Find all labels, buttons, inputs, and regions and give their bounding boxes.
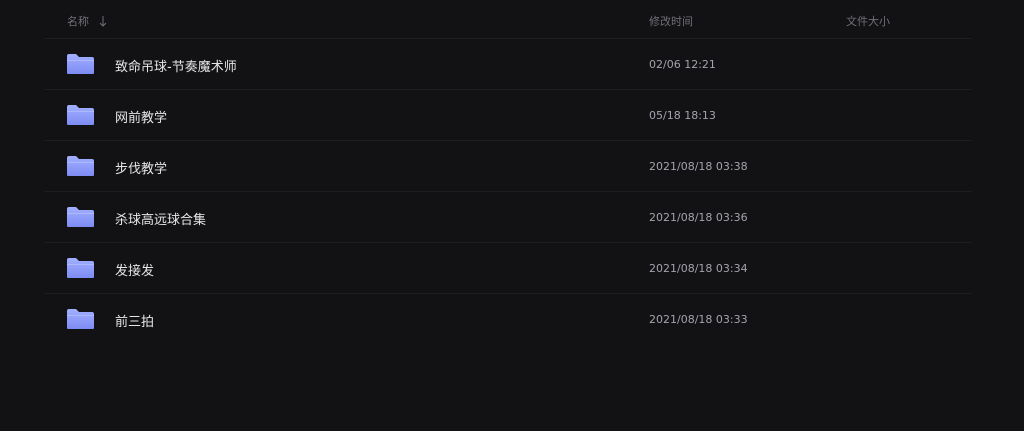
column-header-file-size[interactable]: 文件大小: [846, 13, 890, 29]
file-modified-time: 2021/08/18 03:33: [649, 313, 748, 326]
file-row[interactable]: 前三拍 2021/08/18 03:33: [44, 294, 972, 344]
folder-icon: [66, 257, 95, 279]
file-name[interactable]: 发接发: [115, 260, 154, 279]
folder-icon: [66, 308, 95, 330]
file-modified-time: 2021/08/18 03:36: [649, 211, 748, 224]
file-row[interactable]: 杀球高远球合集 2021/08/18 03:36: [44, 192, 972, 243]
file-modified-time: 05/18 18:13: [649, 109, 716, 122]
column-header-name-label: 名称: [67, 15, 89, 28]
file-row[interactable]: 网前教学 05/18 18:13: [44, 90, 972, 141]
folder-icon: [66, 53, 95, 75]
file-modified-time: 2021/08/18 03:38: [649, 160, 748, 173]
folder-icon: [66, 155, 95, 177]
column-header-modified-time[interactable]: 修改时间: [649, 13, 693, 29]
file-row[interactable]: 发接发 2021/08/18 03:34: [44, 243, 972, 294]
file-name[interactable]: 致命吊球-节奏魔术师: [115, 56, 237, 75]
file-modified-time: 2021/08/18 03:34: [649, 262, 748, 275]
file-list-header: 名称 修改时间 文件大小: [44, 0, 972, 39]
file-row[interactable]: 步伐教学 2021/08/18 03:38: [44, 141, 972, 192]
file-list: 名称 修改时间 文件大小 致命吊球-节奏魔术师 02/06 12:21 网前教学…: [44, 0, 972, 344]
file-name[interactable]: 前三拍: [115, 311, 154, 330]
file-row[interactable]: 致命吊球-节奏魔术师 02/06 12:21: [44, 39, 972, 90]
file-name[interactable]: 网前教学: [115, 107, 167, 126]
file-name[interactable]: 步伐教学: [115, 158, 167, 177]
file-name[interactable]: 杀球高远球合集: [115, 209, 206, 228]
column-header-name[interactable]: 名称: [67, 13, 108, 29]
arrow-down-icon[interactable]: [98, 15, 108, 27]
file-modified-time: 02/06 12:21: [649, 58, 716, 71]
folder-icon: [66, 206, 95, 228]
folder-icon: [66, 104, 95, 126]
